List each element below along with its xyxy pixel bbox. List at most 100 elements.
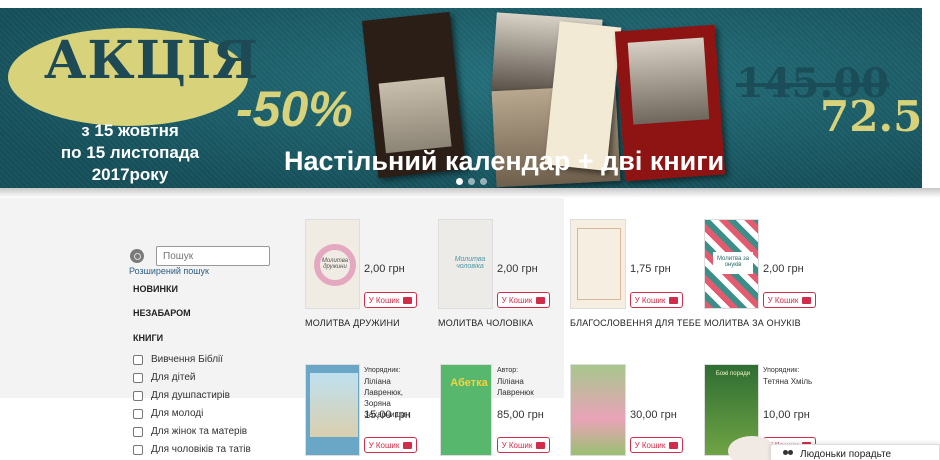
- product-image[interactable]: Молитва чоловіка: [438, 219, 493, 309]
- product-author[interactable]: Тетяна Хміль: [763, 376, 827, 387]
- banner-shadow: [0, 188, 940, 198]
- category-checkbox[interactable]: [133, 372, 143, 383]
- product-meta: Упорядник: Тетяна Хміль: [763, 366, 827, 387]
- book-cover-title: [372, 37, 442, 44]
- nav-coming-soon[interactable]: НЕЗАБАРОМ: [133, 308, 191, 318]
- promo-dates: з 15 жовтня по 15 листопада 2017року: [40, 120, 220, 186]
- category-item[interactable]: Для жінок та матерів: [133, 426, 247, 437]
- add-to-cart-label: У Кошик: [368, 295, 400, 305]
- cart-icon: [536, 296, 546, 304]
- cover-text: Божі поради: [715, 371, 751, 377]
- cover-text: Молитва дружини: [321, 258, 349, 270]
- category-checkbox[interactable]: [133, 390, 143, 401]
- promo-discount: -50%: [236, 81, 353, 137]
- category-checkbox[interactable]: [133, 354, 143, 365]
- search-icon[interactable]: [130, 249, 144, 263]
- slider-dot[interactable]: [456, 178, 463, 185]
- product-author[interactable]: Ліліана Лавренюк: [497, 376, 561, 398]
- cover-text: Абетка: [450, 377, 488, 389]
- price-new: 72.50: [820, 92, 922, 141]
- add-to-cart-button[interactable]: У Кошик: [364, 437, 417, 453]
- cover-frame: [577, 228, 621, 300]
- slider-dot[interactable]: [468, 178, 475, 185]
- category-label: Вивчення Біблії: [151, 354, 224, 365]
- book-cover-photo: [378, 76, 452, 154]
- add-to-cart-button[interactable]: У Кошик: [497, 292, 550, 308]
- nav-books[interactable]: КНИГИ: [133, 333, 163, 343]
- add-to-cart-button[interactable]: У Кошик: [763, 292, 816, 308]
- search-input[interactable]: [156, 246, 270, 266]
- product-meta-label: Упорядник:: [364, 367, 401, 374]
- people-icon: [783, 450, 794, 458]
- product-price: 30,00 грн: [630, 409, 677, 421]
- product-meta-label: Автор:: [497, 367, 519, 374]
- category-item[interactable]: Для молоді: [133, 408, 203, 419]
- promo-date-start: з 15 жовтня: [81, 121, 179, 140]
- product-meta: Автор: Ліліана Лавренюк: [497, 366, 561, 398]
- product-price: 85,00 грн: [497, 409, 544, 421]
- category-checkbox[interactable]: [133, 444, 143, 455]
- chat-avatar: [728, 436, 776, 460]
- category-label: Для чоловіків та татів: [151, 444, 251, 455]
- cart-icon: [669, 296, 679, 304]
- product-title[interactable]: МОЛИТВА ДРУЖИНИ: [305, 318, 400, 328]
- cover-illustration: [310, 373, 358, 437]
- category-checkbox[interactable]: [133, 426, 143, 437]
- add-to-cart-label: У Кошик: [368, 440, 400, 450]
- add-to-cart-button[interactable]: У Кошик: [497, 437, 550, 453]
- add-to-cart-label: У Кошик: [634, 295, 666, 305]
- promo-date-year: 2017року: [91, 165, 169, 184]
- add-to-cart-button[interactable]: У Кошик: [630, 437, 683, 453]
- product-image[interactable]: Абетка: [440, 364, 492, 456]
- book-cover-photo: [627, 37, 710, 125]
- product-image[interactable]: [570, 219, 626, 309]
- chat-label: Людоньки порадьте: [800, 448, 892, 460]
- product-image[interactable]: Молитва дружини: [305, 219, 360, 309]
- cover-text: Молитва за онуків: [713, 252, 753, 274]
- chat-widget[interactable]: Людоньки порадьте: [770, 444, 940, 460]
- category-checkbox[interactable]: [133, 408, 143, 419]
- add-to-cart-label: У Кошик: [501, 295, 533, 305]
- promo-subtitle: Настільний календар + дві книги: [284, 146, 725, 176]
- add-to-cart-label: У Кошик: [501, 440, 533, 450]
- product-price: 1,75 грн: [630, 263, 671, 275]
- category-label: Для молоді: [151, 408, 204, 419]
- page: АКЦІЯ з 15 жовтня по 15 листопада 2017ро…: [0, 0, 940, 460]
- cover-text: Молитва чоловіка: [454, 256, 486, 270]
- promo-title: АКЦІЯ: [44, 30, 260, 91]
- category-label: Для жінок та матерів: [151, 426, 248, 437]
- slider-dot[interactable]: [480, 178, 487, 185]
- product-title[interactable]: БЛАГОСЛОВЕННЯ ДЛЯ ТЕБЕ: [570, 318, 701, 328]
- slider-dots: [456, 178, 487, 185]
- product-price: 2,00 грн: [497, 263, 538, 275]
- add-to-cart-label: У Кошик: [767, 295, 799, 305]
- product-meta-label: Упорядник:: [763, 367, 800, 374]
- add-to-cart-label: У Кошик: [634, 440, 666, 450]
- category-item[interactable]: Вивчення Біблії: [133, 354, 223, 365]
- product-price: 2,00 грн: [364, 263, 405, 275]
- cart-icon: [802, 296, 812, 304]
- product-image[interactable]: [305, 364, 360, 456]
- category-item[interactable]: Для дітей: [133, 372, 195, 383]
- product-title[interactable]: МОЛИТВА ЧОЛОВІКА: [438, 318, 533, 328]
- cart-icon: [403, 296, 413, 304]
- category-item[interactable]: Для душпастирів: [133, 390, 230, 401]
- product-title[interactable]: МОЛИТВА ЗА ОНУКІВ: [704, 318, 801, 328]
- promo-date-end: по 15 листопада: [60, 143, 200, 162]
- category-label: Для дітей: [151, 372, 196, 383]
- add-to-cart-button[interactable]: У Кошик: [630, 292, 683, 308]
- nav-new[interactable]: НОВИНКИ: [133, 284, 178, 294]
- cart-icon: [536, 441, 546, 449]
- add-to-cart-button[interactable]: У Кошик: [364, 292, 417, 308]
- category-label: Для душпастирів: [151, 390, 230, 401]
- product-image[interactable]: [570, 364, 626, 456]
- category-item[interactable]: Для чоловіків та татів: [133, 444, 251, 455]
- product-price: 2,00 грн: [763, 263, 804, 275]
- product-price: 10,00 грн: [763, 409, 810, 421]
- cart-icon: [669, 441, 679, 449]
- product-price: 15,00 грн: [364, 409, 411, 421]
- promo-banner[interactable]: АКЦІЯ з 15 жовтня по 15 листопада 2017ро…: [0, 8, 922, 188]
- product-image[interactable]: Молитва за онуків: [704, 219, 759, 309]
- advanced-search-link[interactable]: Розширений пошук: [129, 266, 209, 276]
- cart-icon: [403, 441, 413, 449]
